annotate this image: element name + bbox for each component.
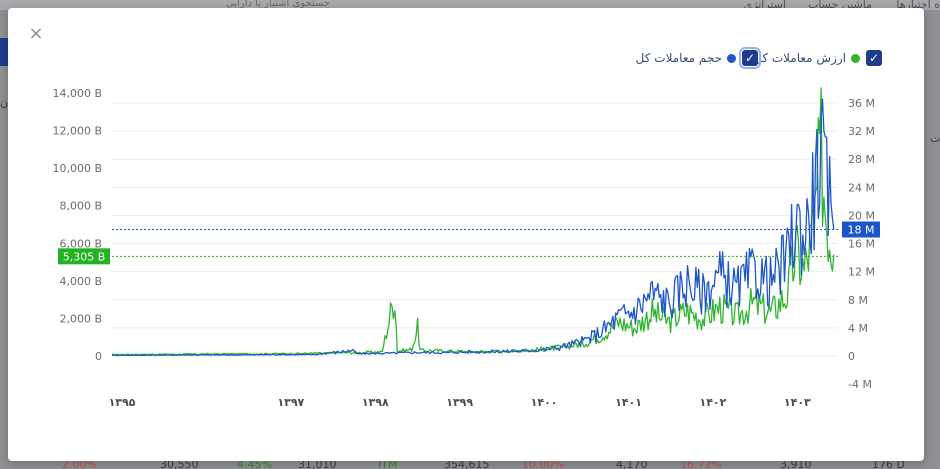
table-cell: 16.72% <box>680 460 722 469</box>
left-axis-ticks: 0 2,000 B 4,000 B 6,000 B 8,000 B 10,000 B 12,… <box>52 87 102 363</box>
right-axis-tick-label: 12 M <box>848 266 875 279</box>
table-cell: 4,170 <box>616 460 648 469</box>
x-axis-ticks: ۱۳۹۵ ۱۳۹۷ ۱۳۹۸ ۱۳۹۹ ۱۴۰۰ ۱۴۰۱ ۱۴۰۲ ۱۴۰۳ <box>109 396 811 409</box>
x-axis-tick-label: ۱۴۰۲ <box>700 396 727 409</box>
chart-area[interactable]: 0 2,000 B 4,000 B 6,000 B 8,000 B 10,000 B 12,… <box>8 8 924 461</box>
right-axis-tick-label: 0 <box>848 350 855 363</box>
right-axis-tick-label: 28 M <box>848 153 875 166</box>
table-cell: 2.00% <box>62 460 97 469</box>
crosshair-label-left: 5,305 B <box>63 250 106 263</box>
left-axis-tick-label: 6,000 B <box>59 237 102 250</box>
left-axis-tick-label: 12,000 B <box>52 125 102 138</box>
x-axis-tick-label: ۱۳۹۹ <box>446 396 473 409</box>
left-axis-tick-label: 0 <box>95 350 102 363</box>
background-fragment-right: ت <box>930 132 940 145</box>
table-cell: 31,010 <box>298 460 337 469</box>
table-cell: 354,615 <box>444 460 490 469</box>
table-cell: 10.00% <box>522 460 564 469</box>
table-cell: 4.45% <box>237 460 272 469</box>
crosshair-label-right: 18 M <box>848 224 875 237</box>
background-table-row: 2.00% 30,550 4.45% 31,010 ITM 354,615 10… <box>0 460 940 469</box>
right-axis-tick-label: 24 M <box>848 181 875 194</box>
left-axis-tick-label: 10,000 B <box>52 162 102 175</box>
x-axis-tick-label: ۱۴۰۱ <box>615 396 642 409</box>
background-sidebar-accent <box>0 38 8 66</box>
table-cell: 3,910 <box>780 460 812 469</box>
left-axis-tick-label: 14,000 B <box>52 87 102 100</box>
table-cell: ITM <box>378 460 398 469</box>
x-axis-tick-label: ۱۳۹۷ <box>277 396 304 409</box>
table-cell: 30,550 <box>160 460 199 469</box>
x-axis-tick-label: ۱۳۹۸ <box>362 396 389 409</box>
right-axis-tick-label: 16 M <box>848 238 875 251</box>
table-cell: 176 D <box>872 460 905 469</box>
series-line-volume <box>111 98 835 357</box>
x-axis-tick-label: ۱۴۰۳ <box>784 396 811 409</box>
right-axis-tick-label: 20 M <box>848 209 875 222</box>
x-axis-tick-label: ۱۳۹۵ <box>109 396 136 409</box>
x-axis-tick-label: ۱۴۰۰ <box>531 396 558 409</box>
right-axis-tick-label: 32 M <box>848 125 875 138</box>
right-axis-ticks: -4 M 0 4 M 8 M 12 M 16 M 20 M 24 M 28 M 32 M 36 M <box>848 97 875 391</box>
right-axis-tick-label: 8 M <box>848 294 868 307</box>
left-axis-tick-label: 8,000 B <box>59 200 102 213</box>
right-axis-tick-label: -4 M <box>848 378 872 391</box>
left-axis-tick-label: 4,000 B <box>59 275 102 288</box>
background-search-input: جستجوی اشتیار یا دارایی <box>226 0 330 8</box>
right-axis-tick-label: 4 M <box>848 322 868 335</box>
series-line-value <box>111 87 835 356</box>
background-fragment: ن <box>0 96 9 109</box>
chart-crosshair: 5,305 B 18 M <box>58 221 880 265</box>
chart-modal: × ✓ ارزش معاملات کل ✓ حجم معاملات کل 0 2,… <box>8 8 924 461</box>
chart-series <box>111 87 835 357</box>
right-axis-tick-label: 36 M <box>848 97 875 110</box>
left-axis-tick-label: 2,000 B <box>59 312 102 325</box>
